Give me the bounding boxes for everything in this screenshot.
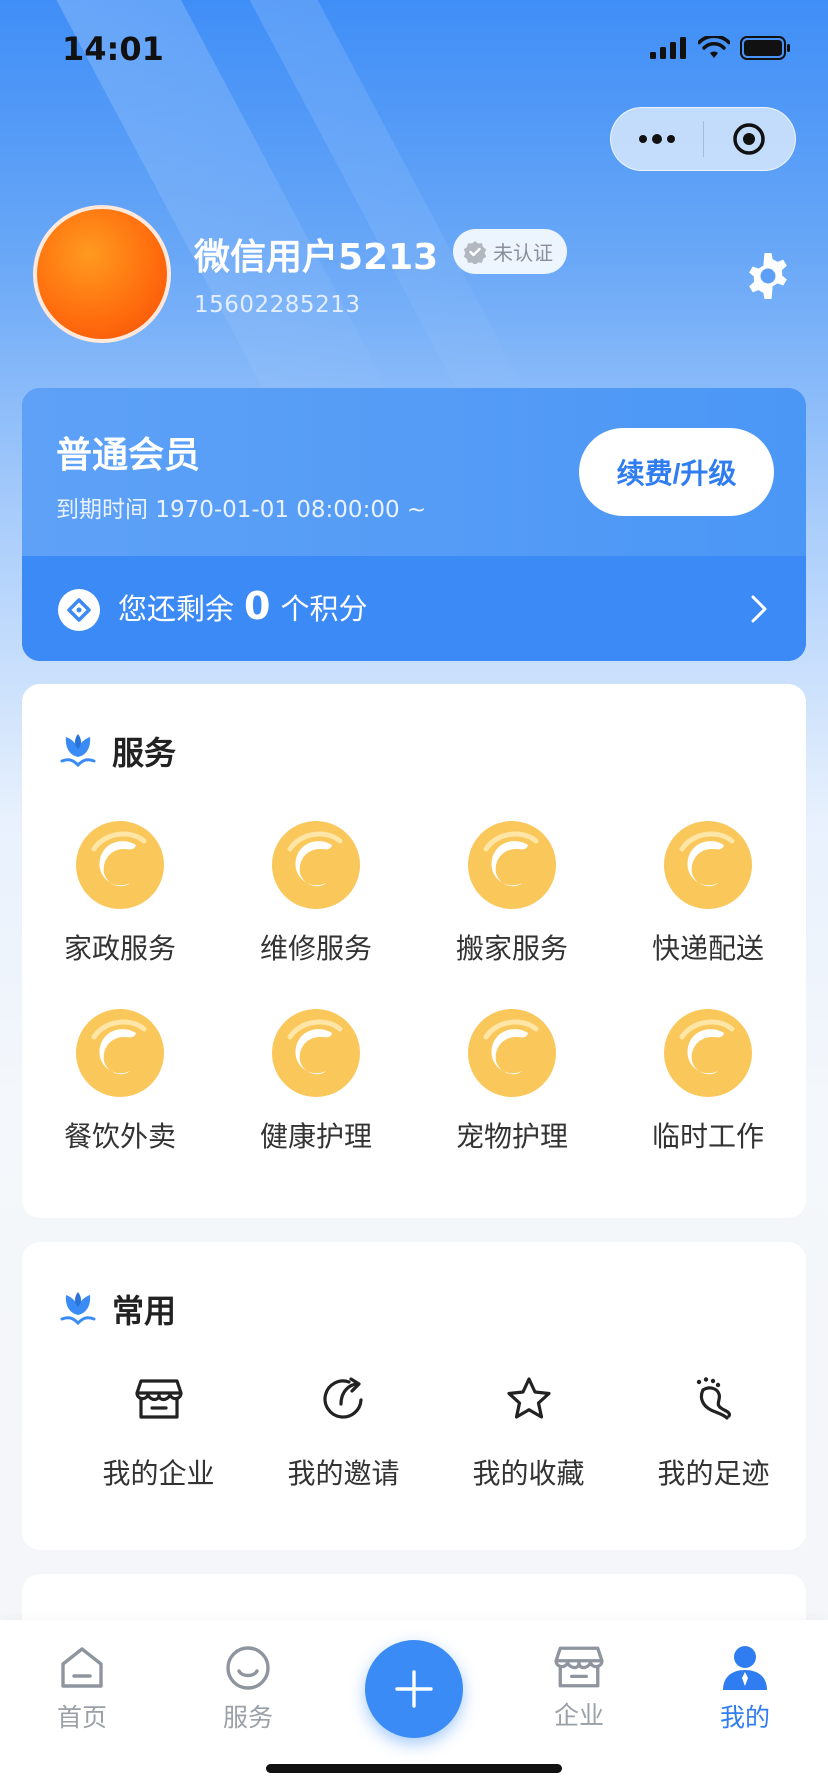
service-logo-icon <box>468 1009 556 1097</box>
service-label: 维修服务 <box>259 932 372 965</box>
service-label: 宠物护理 <box>455 1120 568 1153</box>
tab-label: 企业 <box>553 1701 604 1730</box>
my-company-item[interactable]: 我的企业 <box>66 1372 251 1492</box>
service-label: 快递配送 <box>651 932 764 965</box>
tulip-icon <box>60 734 96 768</box>
services-title: 服务 <box>112 734 177 772</box>
service-label: 健康护理 <box>259 1120 372 1153</box>
signal-icon <box>650 37 686 59</box>
renew-upgrade-button[interactable]: 续费/升级 <box>579 428 774 516</box>
points-value: 0 <box>244 584 271 628</box>
target-icon <box>733 123 765 155</box>
common-header: 常用 <box>58 1286 176 1332</box>
points-text: 您还剩余 0 个积分 <box>118 584 367 628</box>
services-header: 服务 <box>58 728 176 774</box>
service-label: 餐饮外卖 <box>63 1120 176 1153</box>
my-favorites-item[interactable]: 我的收藏 <box>436 1372 621 1492</box>
service-petcare[interactable]: 宠物护理 <box>414 1007 610 1155</box>
tab-home[interactable]: 首页 <box>22 1644 142 1734</box>
tab-label: 首页 <box>56 1703 107 1732</box>
status-bar: 14:01 <box>0 0 828 100</box>
service-logo-icon <box>272 1009 360 1097</box>
tulip-icon <box>60 1292 96 1326</box>
points-icon <box>58 589 100 631</box>
service-delivery[interactable]: 快递配送 <box>610 819 806 967</box>
services-grid: 家政服务 维修服务 搬家服务 快递配送 餐饮外卖 健康护理 宠物护理 临时工作 <box>22 819 806 1155</box>
points-suffix: 个积分 <box>280 592 368 626</box>
service-logo-icon <box>272 821 360 909</box>
service-moving[interactable]: 搬家服务 <box>414 819 610 967</box>
common-label: 我的足迹 <box>657 1457 770 1490</box>
more-button[interactable] <box>611 108 703 170</box>
common-title: 常用 <box>112 1292 177 1330</box>
store-icon <box>554 1646 604 1688</box>
service-logo-icon <box>76 1009 164 1097</box>
plus-icon <box>395 1670 433 1708</box>
points-prefix: 您还剩余 <box>118 592 235 626</box>
membership-card: 普通会员 到期时间 1970-01-01 08:00:00 ~ 续费/升级 您还… <box>22 388 806 661</box>
smile-icon <box>226 1646 270 1690</box>
close-miniprogram-button[interactable] <box>704 108 796 170</box>
common-label: 我的企业 <box>102 1457 215 1490</box>
home-icon <box>61 1647 103 1688</box>
points-row[interactable]: 您还剩余 0 个积分 <box>22 556 806 661</box>
tab-company[interactable]: 企业 <box>519 1644 639 1732</box>
membership-expire: 到期时间 1970-01-01 08:00:00 ~ <box>56 497 427 523</box>
membership-level: 普通会员 <box>56 435 201 476</box>
share-icon <box>317 1372 371 1426</box>
service-repair[interactable]: 维修服务 <box>218 819 414 967</box>
services-card: 服务 家政服务 维修服务 搬家服务 快递配送 餐饮外卖 健康护理 宠物护理 临时… <box>22 684 806 1218</box>
add-button[interactable] <box>365 1640 463 1738</box>
membership-header: 普通会员 到期时间 1970-01-01 08:00:00 ~ 续费/升级 <box>22 388 806 556</box>
store-icon <box>132 1372 186 1426</box>
battery-icon <box>740 36 790 60</box>
user-icon <box>723 1646 767 1690</box>
username: 微信用户5213 <box>194 237 439 278</box>
tab-services[interactable]: 服务 <box>188 1644 308 1734</box>
service-logo-icon <box>468 821 556 909</box>
phone-number: 15602285213 <box>194 292 361 318</box>
avatar[interactable] <box>33 205 171 343</box>
tab-label: 服务 <box>222 1703 273 1732</box>
footprint-icon <box>687 1372 741 1426</box>
service-food[interactable]: 餐饮外卖 <box>22 1007 218 1155</box>
home-indicator <box>266 1764 562 1773</box>
gear-icon[interactable] <box>742 250 794 302</box>
service-healthcare[interactable]: 健康护理 <box>218 1007 414 1155</box>
my-invite-item[interactable]: 我的邀请 <box>251 1372 436 1492</box>
tab-label: 我的 <box>719 1703 770 1732</box>
cert-badge[interactable]: 未认证 <box>453 229 567 274</box>
more-dots-icon <box>638 134 675 144</box>
wifi-icon <box>698 36 730 58</box>
common-card: 常用 我的企业 我的邀请 我的收藏 我的足迹 <box>22 1242 806 1550</box>
chevron-right-icon <box>751 595 767 623</box>
service-label: 临时工作 <box>651 1120 764 1153</box>
service-housekeeping[interactable]: 家政服务 <box>22 819 218 967</box>
service-label: 搬家服务 <box>455 932 568 965</box>
tab-mine[interactable]: 我的 <box>685 1644 805 1734</box>
verified-badge-icon <box>463 240 487 264</box>
star-icon <box>502 1372 556 1426</box>
service-logo-icon <box>664 1009 752 1097</box>
common-label: 我的邀请 <box>287 1457 400 1490</box>
common-grid: 我的企业 我的邀请 我的收藏 我的足迹 <box>22 1372 806 1492</box>
status-icons <box>650 36 792 60</box>
my-footprints-item[interactable]: 我的足迹 <box>621 1372 806 1492</box>
status-time: 14:01 <box>62 30 164 68</box>
common-label: 我的收藏 <box>472 1457 585 1490</box>
miniprogram-capsule <box>610 107 796 171</box>
service-logo-icon <box>664 821 752 909</box>
service-logo-icon <box>76 821 164 909</box>
service-label: 家政服务 <box>63 932 176 965</box>
cert-status-label: 未认证 <box>493 241 553 265</box>
service-temp-work[interactable]: 临时工作 <box>610 1007 806 1155</box>
